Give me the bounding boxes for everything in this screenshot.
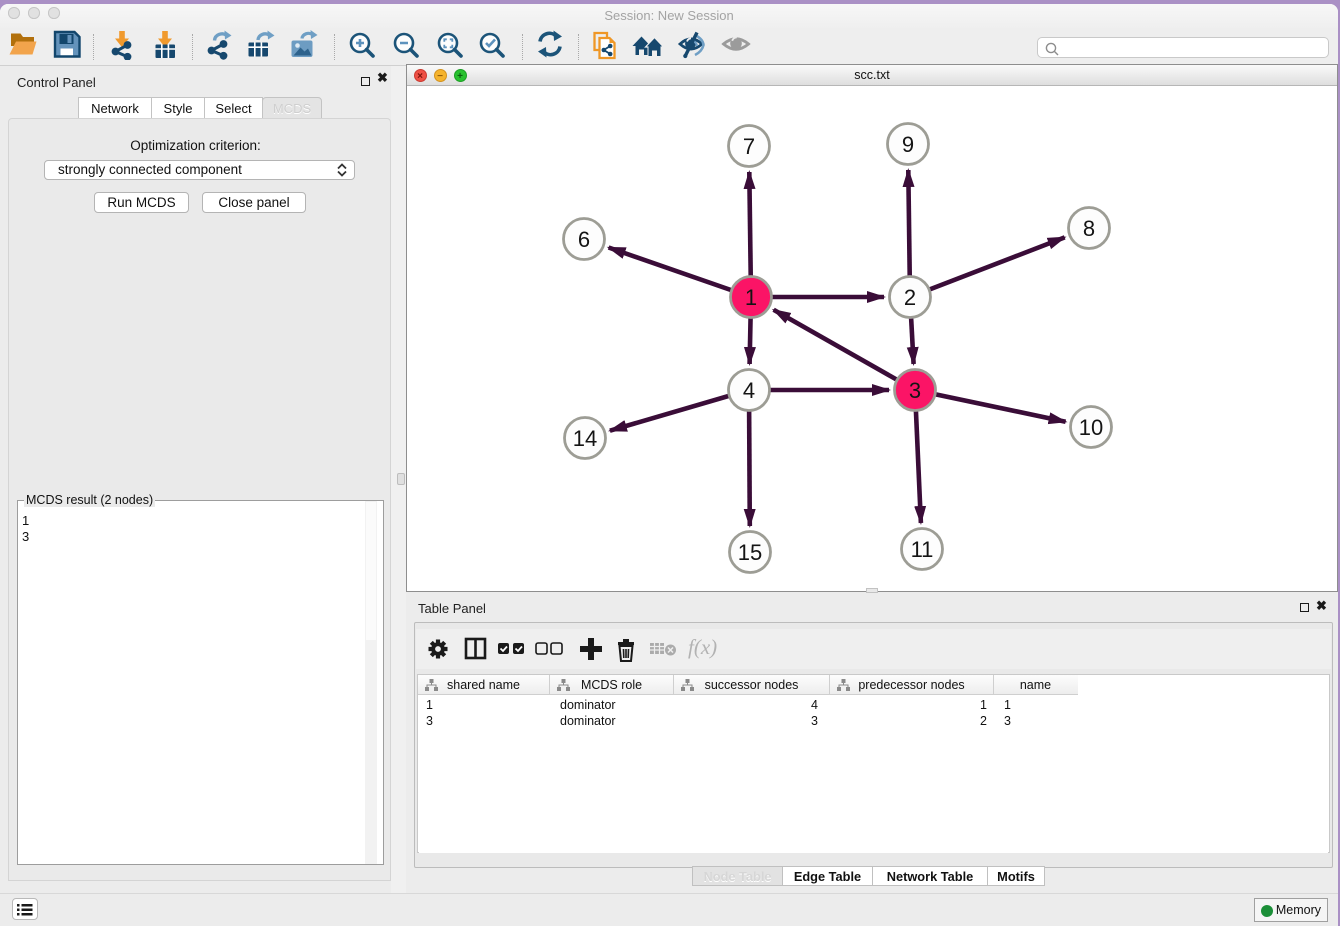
svg-text:6: 6	[578, 227, 590, 252]
svg-text:10: 10	[1079, 415, 1103, 440]
svg-text:1: 1	[745, 285, 757, 310]
svg-text:7: 7	[743, 134, 755, 159]
svg-text:15: 15	[738, 540, 762, 565]
svg-text:2: 2	[904, 285, 916, 310]
svg-text:9: 9	[902, 132, 914, 157]
svg-text:3: 3	[909, 378, 921, 403]
svg-text:8: 8	[1083, 216, 1095, 241]
svg-text:4: 4	[743, 378, 755, 403]
svg-text:11: 11	[911, 537, 934, 562]
svg-text:14: 14	[573, 426, 597, 451]
